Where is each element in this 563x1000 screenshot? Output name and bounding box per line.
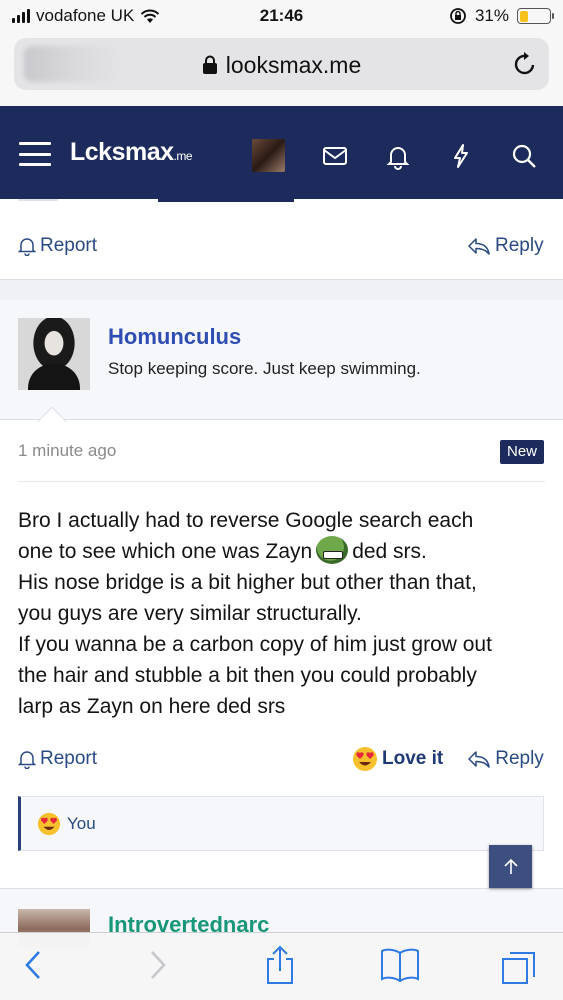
scroll-to-top-button[interactable] [489,845,532,888]
report-button[interactable]: Report [18,235,97,257]
post-message: Bro I actually had to reverse Google sea… [18,505,548,722]
rotation-lock-icon [450,8,466,24]
menu-icon[interactable] [19,142,51,166]
status-bar: vodafone UK 21:46 31% [0,0,563,34]
new-badge: New [500,440,544,464]
reactions-bar[interactable]: You [18,796,544,851]
arrow-up-icon [503,858,518,874]
reply-label: Reply [495,235,544,256]
tab-strip [0,199,563,205]
report-label: Report [40,235,98,256]
post-user-block: Homunculus Stop keeping score. Just keep… [0,300,563,420]
message-line: If you wanna be a carbon copy of him jus… [18,633,492,656]
heart-eyes-emoji-icon [37,812,61,835]
user-title: Stop keeping score. Just keep swimming. [108,359,421,378]
message-line: larp as Zayn on here ded srs [18,695,286,718]
post-separator [0,279,563,301]
browser-chrome: looksmax.me [0,34,563,106]
heart-eyes-emoji-icon [353,747,377,771]
reply-button[interactable]: Reply [467,235,544,257]
report-button[interactable]: Report [18,748,97,770]
mail-icon[interactable] [321,142,349,170]
tab-active-indicator [158,199,294,202]
bookmarks-icon[interactable] [380,947,420,983]
user-block-pointer [34,404,70,422]
forward-icon[interactable] [147,949,169,981]
post-date[interactable]: 1 minute ago [18,441,116,461]
message-line: His nose bridge is a bit higher but othe… [18,571,477,594]
bolt-icon[interactable] [447,142,475,170]
pepe-emoji-icon [316,536,349,564]
post-actions-right: Love it Reply [352,744,544,774]
love-it-button[interactable]: Love it [352,746,443,772]
reply-icon [468,751,490,768]
reply-icon [468,238,490,255]
report-label: Report [40,748,98,769]
love-it-label: Love it [382,748,444,769]
reply-label: Reply [495,748,544,769]
site-header: Lcksmax.me [0,106,563,199]
message-line: one to see which one was Zayn ded srs. [18,536,548,567]
meta-divider [18,481,545,482]
message-line: the hair and stubble a bit then you coul… [18,664,477,687]
bell-icon [18,238,36,256]
reload-icon[interactable] [513,51,537,77]
reply-button[interactable]: Reply [467,748,544,770]
battery-icon [517,8,554,24]
address-bar[interactable]: looksmax.me [14,38,549,90]
tab-underline [18,199,58,201]
battery-percent: 31% [474,6,509,25]
username-link[interactable]: Homunculus [108,324,241,350]
reaction-users: You [67,813,96,833]
site-logo[interactable]: Lcksmax.me [70,138,193,167]
bell-icon[interactable] [384,142,412,170]
share-icon[interactable] [264,945,296,985]
back-icon[interactable] [22,949,44,981]
url-display[interactable]: looksmax.me [14,52,549,79]
message-line: you guys are very similar structurally. [18,602,362,625]
search-icon[interactable] [510,142,538,170]
account-avatar[interactable] [252,139,285,172]
prev-post-reply: Reply [467,231,544,261]
url-text: looksmax.me [225,52,362,78]
post-actions-left: Report [18,744,97,774]
lock-icon [202,55,217,74]
tabs-icon[interactable] [500,947,540,985]
message-line: Bro I actually had to reverse Google sea… [18,509,474,532]
prev-post-actions: Report [18,231,97,261]
browser-toolbar [0,932,563,1000]
battery-group: 31% [449,6,554,26]
user-avatar[interactable] [18,318,90,390]
bell-icon [18,751,36,769]
